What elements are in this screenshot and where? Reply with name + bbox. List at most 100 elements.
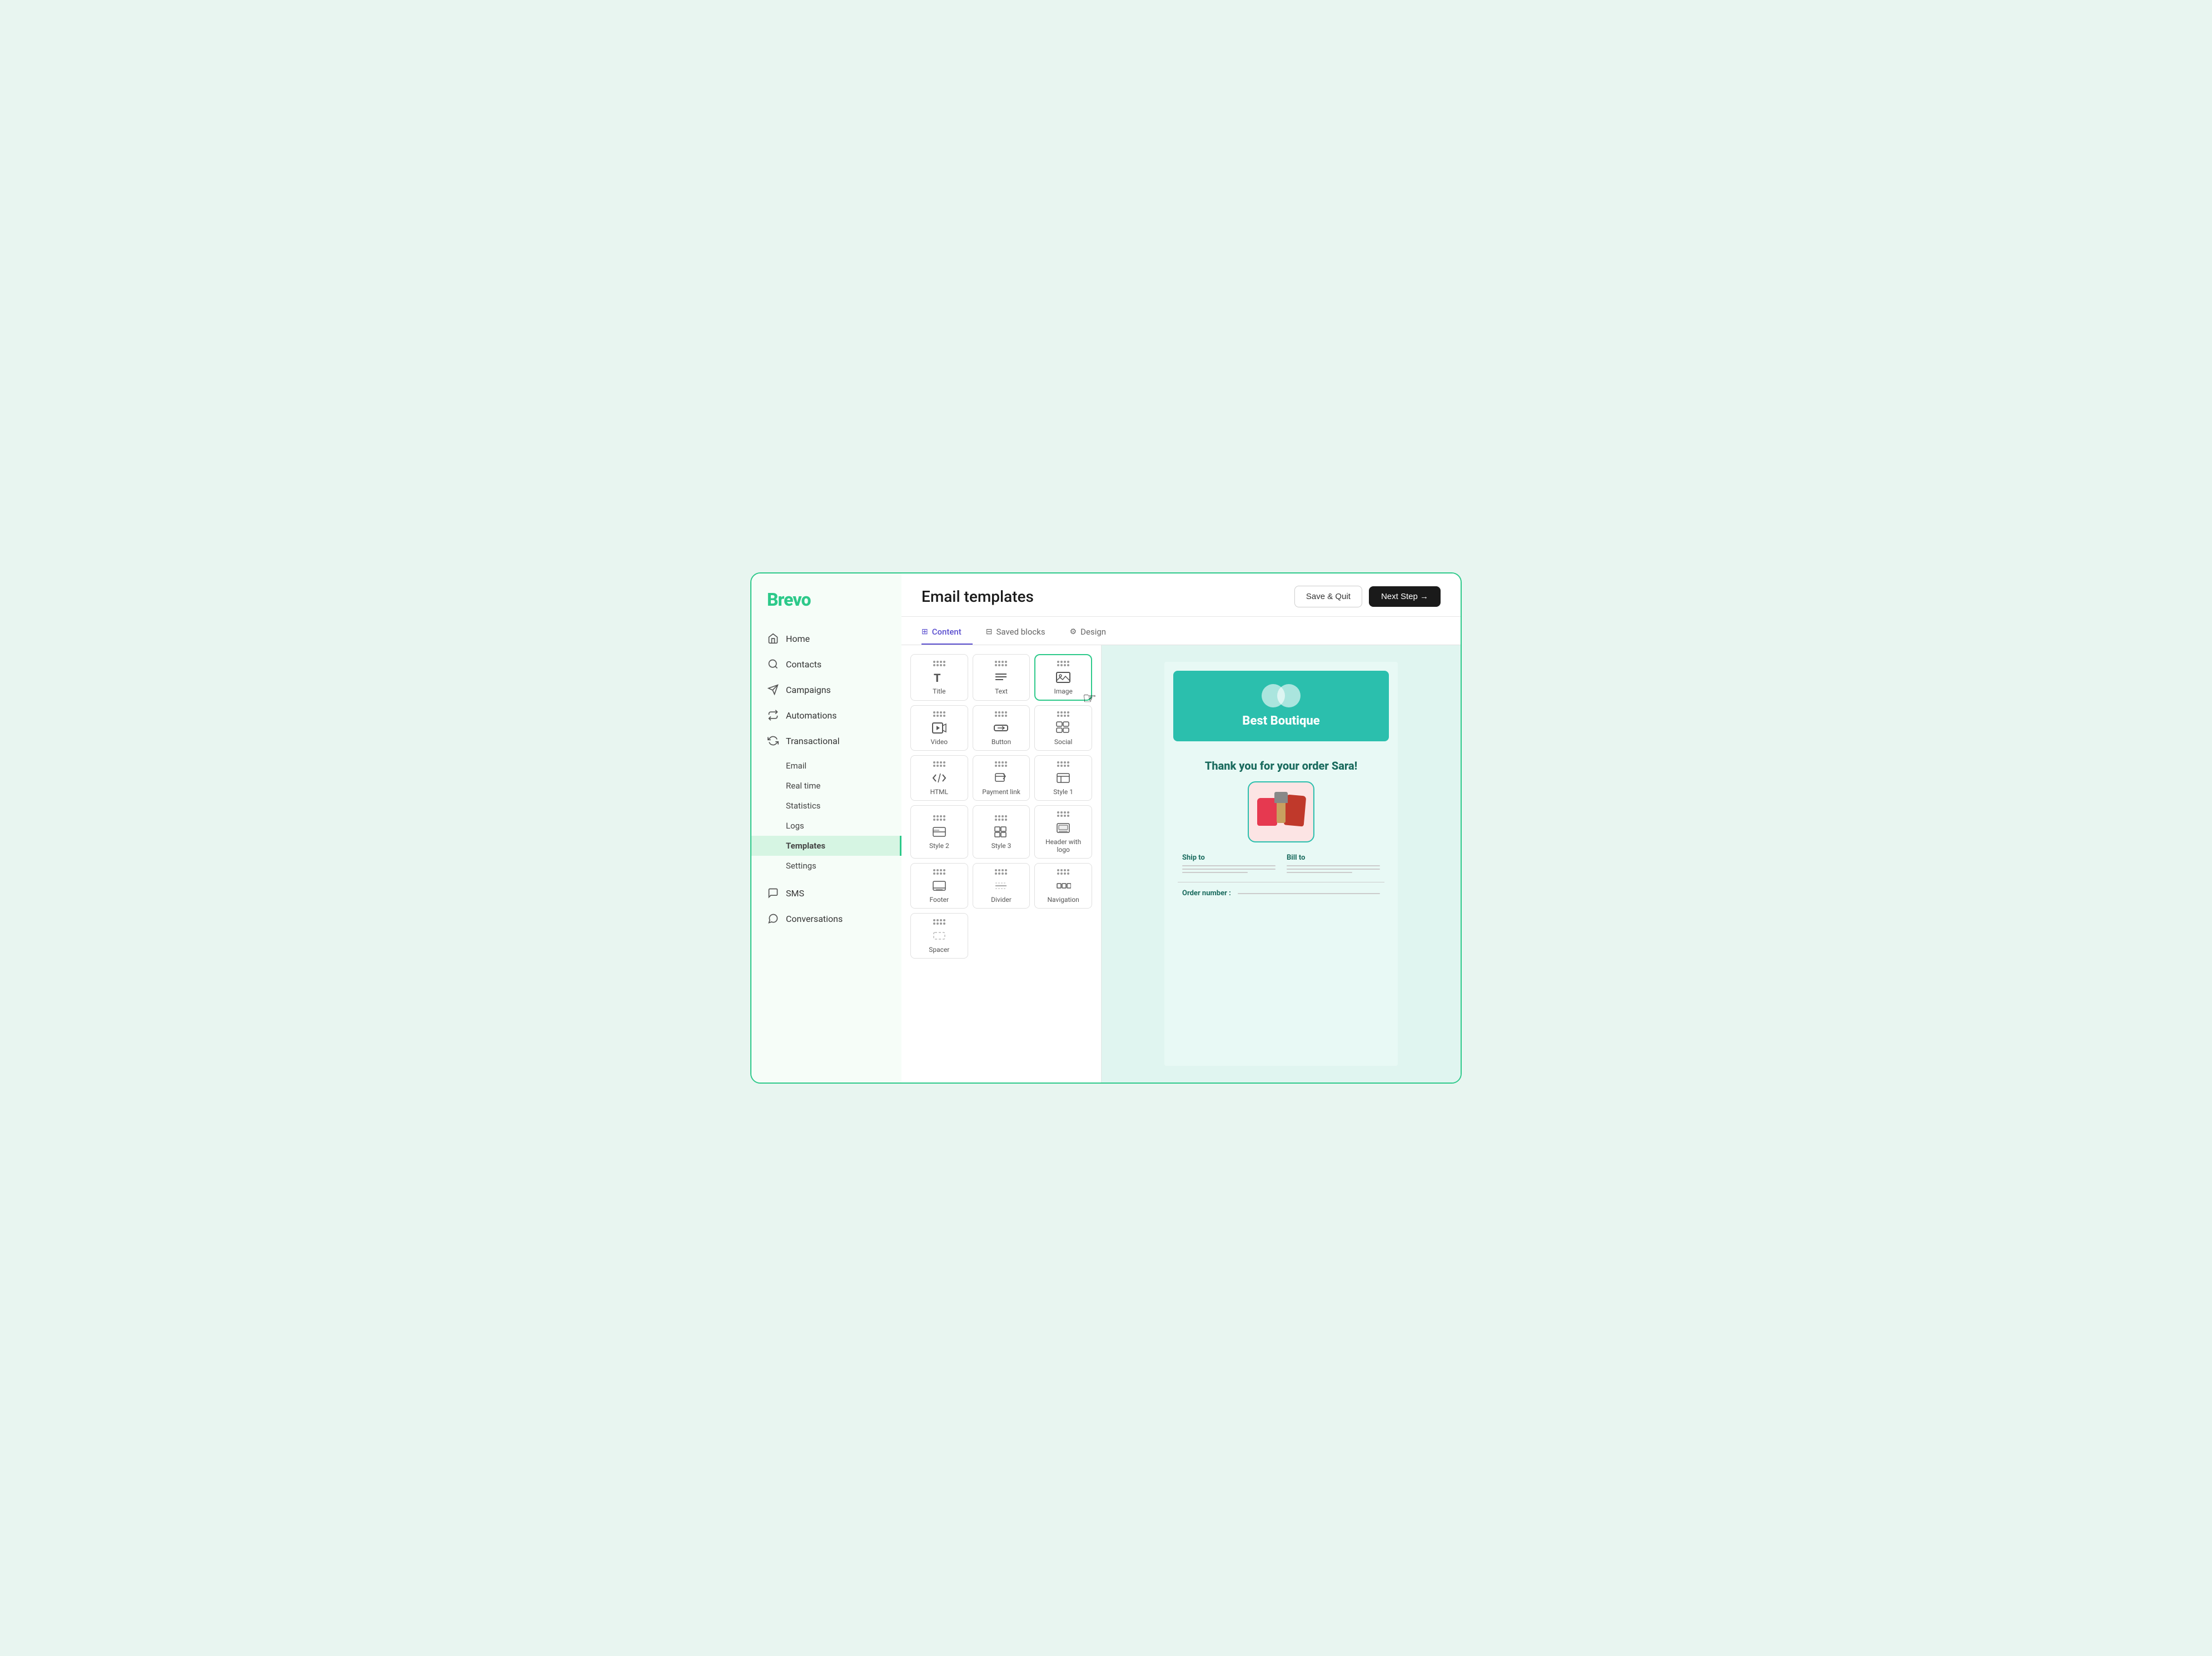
block-style1-dots [1057,761,1069,767]
next-step-button[interactable]: Next Step → [1369,586,1441,607]
sidebar-item-logs[interactable]: Logs [751,816,901,836]
bill-line-3 [1287,872,1352,873]
sidebar-item-transactional[interactable]: Transactional [751,728,901,754]
block-footer-dots [933,869,945,875]
tab-saved-blocks[interactable]: ⊟ Saved blocks [986,620,1057,645]
tab-saved-blocks-label: Saved blocks [997,627,1045,637]
ship-line-3 [1182,872,1248,873]
button-block-icon [993,720,1009,736]
email-header-section: Best Boutique [1173,671,1389,741]
saved-blocks-tab-icon: ⊟ [986,627,993,636]
svg-text:T: T [934,671,941,685]
sidebar-item-realtime[interactable]: Real time [751,776,901,796]
sidebar-item-templates[interactable]: Templates [751,836,901,856]
block-style3[interactable]: Style 3 [973,805,1030,859]
sidebar-label-sms: SMS [786,888,804,899]
block-image-label: Image [1054,687,1072,695]
save-quit-button[interactable]: Save & Quit [1294,586,1362,607]
top-bar-actions: Save & Quit Next Step → [1294,586,1441,607]
block-social[interactable]: Social [1034,705,1092,751]
block-button-label: Button [992,738,1011,746]
campaigns-icon [767,684,779,696]
contacts-icon [767,658,779,670]
block-divider-dots [995,869,1007,875]
video-block-icon [931,720,947,736]
text-block-icon [993,670,1009,685]
divider-block-icon [993,878,1009,894]
block-title-dots [933,661,945,666]
bill-line-2 [1287,869,1380,870]
sidebar-item-statistics[interactable]: Statistics [751,796,901,816]
email-logo-circles [1262,684,1301,707]
block-navigation[interactable]: Navigation [1034,863,1092,909]
block-header-dots [1057,811,1069,817]
block-header-logo-label: Header with logo [1038,838,1088,854]
block-style1[interactable]: Style 1 [1034,755,1092,801]
block-html[interactable]: HTML [910,755,968,801]
transactional-icon [767,735,779,747]
block-video[interactable]: Video [910,705,968,751]
block-style3-dots [995,815,1007,821]
spacer-block-icon [931,928,947,944]
order-line [1238,893,1380,894]
tab-design-label: Design [1080,627,1106,637]
email-brand-name: Best Boutique [1242,714,1319,728]
email-container: Best Boutique Thank you for your order S… [1164,662,1398,1066]
block-style3-label: Style 3 [992,842,1012,850]
block-style1-label: Style 1 [1053,788,1073,796]
block-style2-label: Style 2 [929,842,949,850]
sidebar: Brevo Home Contacts Campaigns [751,573,901,1083]
ship-to-label: Ship to [1182,854,1276,862]
tab-content[interactable]: ⊞ Content [921,620,973,645]
bill-line-1 [1287,865,1380,866]
automations-icon [767,709,779,721]
sidebar-item-email[interactable]: Email [751,756,901,776]
sidebar-label-conversations: Conversations [786,914,843,924]
main-content: Email templates Save & Quit Next Step → … [901,573,1461,1083]
block-html-dots [933,761,945,767]
block-text[interactable]: Text [973,654,1030,701]
sidebar-item-settings[interactable]: Settings [751,856,901,876]
block-divider[interactable]: Divider [973,863,1030,909]
block-text-dots [995,661,1007,666]
sidebar-item-home[interactable]: Home [751,626,901,651]
block-payment-link[interactable]: Payment link [973,755,1030,801]
nav-block-icon [1055,878,1071,894]
blocks-panel: T Title Text [901,645,1102,1083]
social-block-icon [1055,720,1071,736]
style3-block-icon [993,824,1009,840]
block-title[interactable]: T Title [910,654,968,701]
block-spacer-label: Spacer [929,946,949,954]
sidebar-item-campaigns[interactable]: Campaigns [751,677,901,702]
block-payment-label: Payment link [982,788,1020,796]
sidebar-item-sms[interactable]: SMS [751,880,901,906]
email-preview: Best Boutique Thank you for your order S… [1102,645,1461,1083]
block-button-dots [995,711,1007,717]
sidebar-label-automations: Automations [786,710,836,721]
block-spacer[interactable]: Spacer [910,913,968,959]
sidebar-item-conversations[interactable]: Conversations [751,906,901,931]
tab-design[interactable]: ⚙ Design [1070,620,1117,645]
sidebar-label-home: Home [786,634,810,644]
editor-area: T Title Text [901,645,1461,1083]
sidebar-label-contacts: Contacts [786,659,821,670]
ship-to-col: Ship to [1182,854,1276,875]
sidebar-item-automations[interactable]: Automations [751,702,901,728]
header-block-icon [1055,820,1071,836]
block-style2[interactable]: Style 2 [910,805,968,859]
block-payment-dots [995,761,1007,767]
tab-content-label: Content [932,627,961,637]
block-button[interactable]: Button [973,705,1030,751]
block-social-label: Social [1054,738,1073,746]
top-bar: Email templates Save & Quit Next Step → [901,573,1461,617]
block-image[interactable]: Image ☞ [1034,654,1092,701]
block-image-dots [1057,661,1069,666]
block-header-logo[interactable]: Header with logo [1034,805,1092,859]
block-text-label: Text [995,687,1008,695]
tabs-bar: ⊞ Content ⊟ Saved blocks ⚙ Design [901,620,1461,645]
order-number-row: Order number : [1178,889,1384,897]
block-footer[interactable]: Footer [910,863,968,909]
sms-icon [767,887,779,899]
sidebar-item-contacts[interactable]: Contacts [751,651,901,677]
block-spacer-dots [933,919,945,925]
